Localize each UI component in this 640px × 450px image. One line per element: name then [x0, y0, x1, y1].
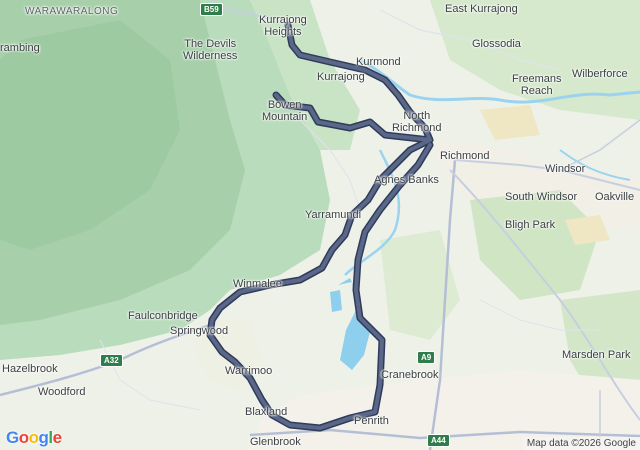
logo-letter: G — [6, 428, 19, 447]
place-label-glenbrook: Glenbrook — [250, 436, 301, 448]
map-attribution[interactable]: Map data ©2026 Google — [522, 437, 640, 450]
place-label-agnes-banks: Agnes Banks — [374, 174, 439, 186]
place-label-winmalee: Winmalee — [233, 278, 282, 290]
place-label-kurrajong-heights: Kurrajong Heights — [259, 14, 307, 38]
place-label-glossodia: Glossodia — [472, 38, 521, 50]
place-label-woodford: Woodford — [38, 386, 86, 398]
place-label-marsden-park: Marsden Park — [562, 349, 631, 361]
place-label-kurrajong: Kurrajong — [317, 71, 365, 83]
place-label-wilberforce: Wilberforce — [572, 68, 628, 80]
place-label-freemans-reach: Freemans Reach — [512, 73, 562, 97]
logo-letter: o — [28, 428, 39, 447]
place-label-kurmond: Kurmond — [356, 56, 401, 68]
place-label-faulconbridge: Faulconbridge — [128, 310, 198, 322]
place-label-cranebrook: Cranebrook — [381, 369, 439, 381]
road-shield-a9: A9 — [417, 351, 436, 364]
road-shield-a32: A32 — [100, 354, 123, 367]
place-label-windsor: Windsor — [545, 163, 586, 175]
place-label-springwood: Springwood — [170, 325, 229, 337]
road-shield-a44: A44 — [427, 434, 450, 447]
place-label-north-richmond: North Richmond — [392, 110, 442, 134]
road-shield-b59: B59 — [200, 3, 223, 16]
place-label-bowen-mountain: Bowen Mountain — [262, 99, 308, 123]
place-label-south-windsor: South Windsor — [505, 191, 578, 203]
logo-letter: e — [52, 428, 62, 447]
place-label-warawaralong: WARAWARALONG — [25, 6, 119, 17]
logo-letter: o — [18, 428, 29, 447]
place-label-warrimoo: Warrimoo — [225, 365, 273, 377]
google-logo[interactable]: Google — [6, 428, 62, 448]
place-label-hazelbrook: Hazelbrook — [2, 363, 58, 375]
place-label-rambing: rambing — [0, 42, 40, 54]
place-label-blaxland: Blaxland — [245, 406, 288, 418]
place-label-yarramundi: Yarramundi — [305, 209, 362, 221]
map-canvas[interactable]: WARAWARALONG Kurrajong Heights East Kurr… — [0, 0, 640, 450]
place-label-bligh-park: Bligh Park — [505, 219, 556, 231]
place-label-oakville: Oakville — [595, 191, 635, 203]
place-label-devils-wilderness: The Devils Wilderness — [183, 38, 238, 62]
place-label-penrith: Penrith — [354, 415, 389, 427]
place-label-richmond: Richmond — [440, 150, 490, 162]
logo-letter: g — [38, 428, 49, 447]
place-label-east-kurrajong: East Kurrajong — [445, 3, 518, 15]
